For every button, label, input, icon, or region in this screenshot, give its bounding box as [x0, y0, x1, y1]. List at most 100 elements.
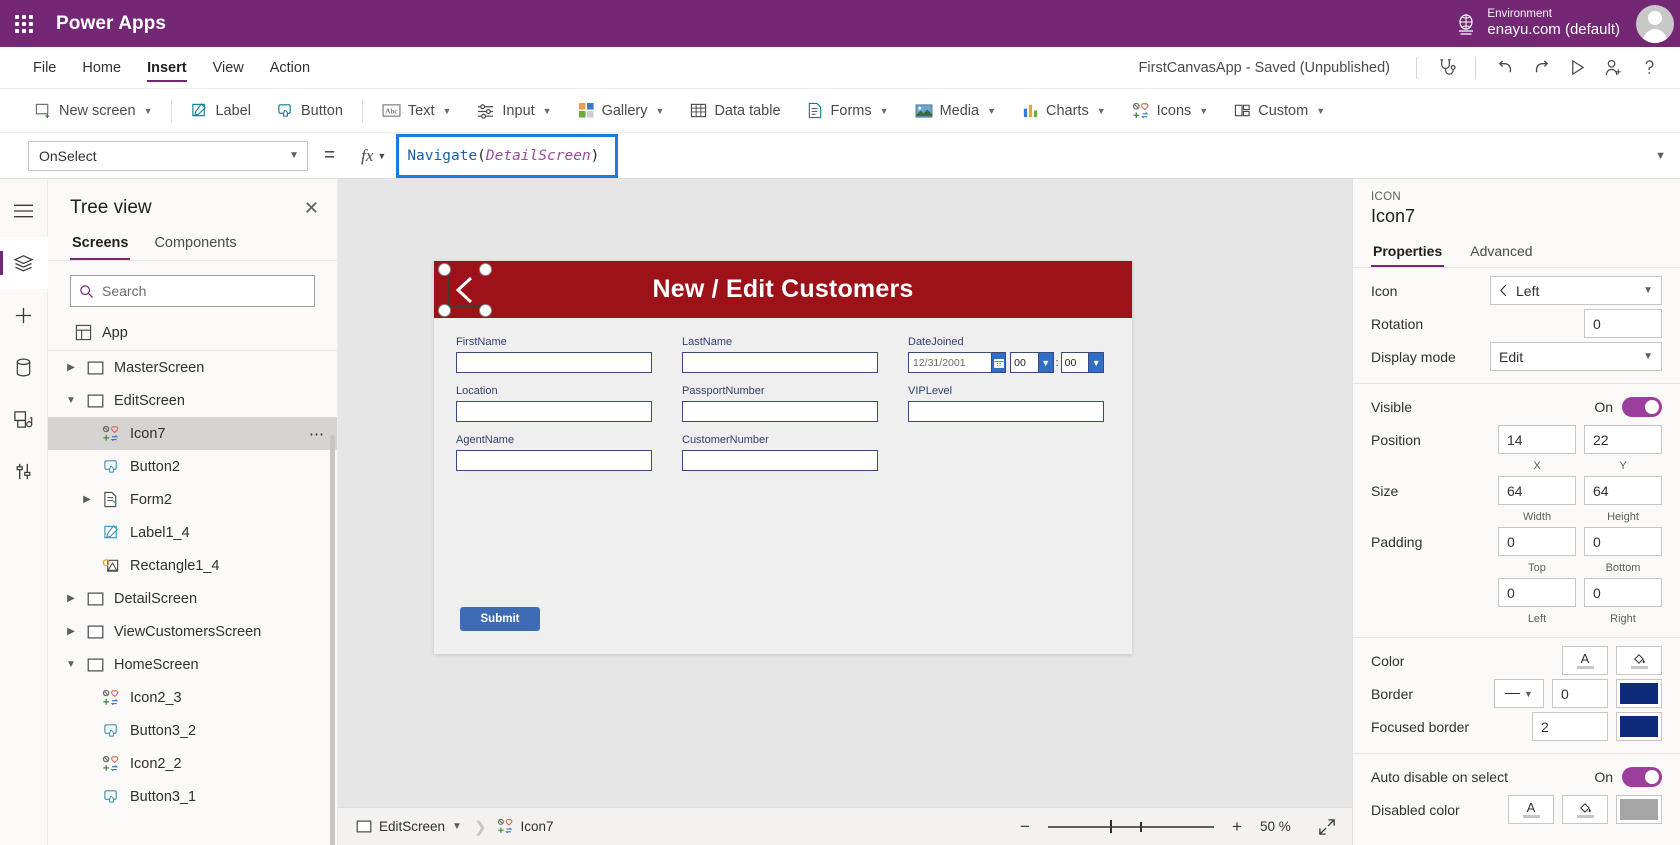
visible-toggle[interactable]	[1622, 396, 1662, 417]
padding-top-input[interactable]: 0	[1498, 527, 1576, 556]
tree-item-masterscreen[interactable]: ▶ MasterScreen	[48, 351, 337, 384]
disabled-fill-color-button[interactable]	[1562, 795, 1608, 824]
chevron-right-icon[interactable]: ▶	[60, 626, 82, 637]
submit-button[interactable]: Submit	[460, 607, 540, 631]
search-input[interactable]: Search	[70, 275, 315, 307]
property-selector[interactable]: OnSelect ▼	[28, 140, 308, 171]
fx-button[interactable]: fx ▼	[351, 141, 396, 171]
menu-item-home[interactable]: Home	[69, 47, 134, 88]
media-library-icon[interactable]	[0, 393, 48, 445]
formula-input[interactable]: Navigate(DetailScreen)	[396, 133, 619, 178]
datejoined-date-input[interactable]: 12/31/2001	[908, 352, 993, 373]
tab-screens[interactable]: Screens	[70, 229, 131, 260]
chevron-down-icon[interactable]: ▼	[60, 395, 82, 406]
tree-item-icon2-3[interactable]: Icon2_3	[48, 681, 337, 714]
hour-dropdown-icon[interactable]: ▼	[1038, 352, 1054, 373]
resize-handle[interactable]	[479, 263, 492, 276]
tree-item-detailscreen[interactable]: ▶ DetailScreen	[48, 582, 337, 615]
breadcrumb-control[interactable]: Icon7	[497, 818, 554, 835]
menu-item-action[interactable]: Action	[257, 47, 323, 88]
data-icon[interactable]	[0, 341, 48, 393]
menu-item-file[interactable]: File	[20, 47, 69, 88]
hour-input[interactable]: 00	[1010, 352, 1039, 373]
slider-thumb[interactable]	[1110, 820, 1112, 833]
tab-properties[interactable]: Properties	[1371, 239, 1445, 267]
play-icon[interactable]	[1560, 51, 1594, 85]
chevron-right-icon[interactable]: ▶	[76, 494, 98, 505]
border-thickness-input[interactable]: 0	[1552, 679, 1608, 708]
ribbon-icons[interactable]: Icons ▼	[1119, 95, 1222, 127]
icon-select[interactable]: Left ▼	[1490, 276, 1662, 305]
tree-item-button3-2[interactable]: Button3_2	[48, 714, 337, 747]
hamburger-icon[interactable]	[0, 185, 48, 237]
location-input[interactable]	[456, 401, 652, 422]
canvas-surface[interactable]: New / Edit Customers FirstName LastName …	[338, 179, 1352, 807]
focused-border-color-swatch[interactable]	[1616, 712, 1662, 741]
fill-color-button[interactable]	[1616, 646, 1662, 675]
resize-handle[interactable]	[438, 304, 451, 317]
ribbon-text[interactable]: Abc Text ▼	[369, 95, 465, 127]
tab-components[interactable]: Components	[152, 229, 238, 260]
menu-item-view[interactable]: View	[200, 47, 257, 88]
tree-item-button3-1[interactable]: Button3_1	[48, 780, 337, 813]
stethoscope-icon[interactable]	[1429, 51, 1463, 85]
text-color-button[interactable]: A	[1562, 646, 1608, 675]
size-width-input[interactable]: 64	[1498, 476, 1576, 505]
chevron-down-icon[interactable]: ▼	[1655, 150, 1666, 162]
environment-block[interactable]: Environment enayu.com (default)	[1487, 7, 1620, 40]
chevron-right-icon[interactable]: ▶	[60, 593, 82, 604]
ribbon-label[interactable]: Label	[178, 95, 263, 127]
ribbon-media[interactable]: Media ▼	[902, 95, 1009, 127]
disabled-color-swatch[interactable]	[1616, 795, 1662, 824]
passportnumber-input[interactable]	[682, 401, 878, 422]
ribbon-button[interactable]: Button	[264, 95, 356, 127]
ribbon-input[interactable]: Input ▼	[464, 95, 564, 127]
ribbon-new-screen[interactable]: New screen ▼	[22, 95, 165, 127]
padding-bottom-input[interactable]: 0	[1584, 527, 1662, 556]
selected-icon-control[interactable]	[438, 263, 492, 317]
position-x-input[interactable]: 14	[1498, 425, 1576, 454]
fit-to-screen-icon[interactable]	[1316, 816, 1338, 838]
display-mode-select[interactable]: Edit ▼	[1490, 342, 1662, 371]
disabled-text-color-button[interactable]: A	[1508, 795, 1554, 824]
tree-item-button2[interactable]: Button2	[48, 450, 337, 483]
zoom-out-button[interactable]: −	[1014, 816, 1036, 838]
ribbon-custom[interactable]: Custom ▼	[1221, 95, 1338, 127]
chevron-down-icon[interactable]: ▼	[452, 821, 462, 832]
undo-icon[interactable]	[1488, 51, 1522, 85]
tree-item-rectangle1-4[interactable]: Rectangle1_4	[48, 549, 337, 582]
agentname-input[interactable]	[456, 450, 652, 471]
tree-item-label1-4[interactable]: Label1_4	[48, 516, 337, 549]
chevron-down-icon[interactable]: ▼	[60, 659, 82, 670]
share-user-icon[interactable]	[1596, 51, 1630, 85]
avatar[interactable]	[1636, 4, 1674, 43]
close-icon[interactable]: ✕	[300, 195, 323, 221]
minute-input[interactable]: 00	[1060, 352, 1090, 373]
redo-icon[interactable]	[1524, 51, 1558, 85]
padding-left-input[interactable]: 0	[1498, 578, 1576, 607]
position-y-input[interactable]: 22	[1584, 425, 1662, 454]
breadcrumb-screen[interactable]: EditScreen ▼	[356, 819, 462, 834]
tree-item-viewcustomersscreen[interactable]: ▶ ViewCustomersScreen	[48, 615, 337, 648]
tree-item-icon7[interactable]: Icon7 ⋯	[48, 417, 337, 450]
padding-right-input[interactable]: 0	[1584, 578, 1662, 607]
ribbon-data-table[interactable]: Data table	[677, 95, 793, 127]
tree-scrollbar[interactable]	[330, 435, 335, 845]
zoom-slider[interactable]	[1048, 817, 1214, 837]
border-color-swatch[interactable]	[1616, 679, 1662, 708]
chevron-right-icon[interactable]: ▶	[60, 362, 82, 373]
minute-dropdown-icon[interactable]: ▼	[1089, 352, 1104, 373]
ribbon-gallery[interactable]: Gallery ▼	[565, 95, 678, 127]
viplevel-input[interactable]	[908, 401, 1104, 422]
tree-item-app[interactable]: App	[48, 315, 337, 351]
resize-handle[interactable]	[438, 263, 451, 276]
border-style-select[interactable]: ▼	[1494, 679, 1544, 708]
tree-view-icon[interactable]	[0, 237, 48, 289]
insert-icon[interactable]	[0, 289, 48, 341]
focused-border-thickness-input[interactable]: 2	[1532, 712, 1608, 741]
calendar-icon[interactable]	[992, 352, 1007, 373]
menu-item-insert[interactable]: Insert	[134, 47, 200, 88]
tree-item-form2[interactable]: ▶ Form2	[48, 483, 337, 516]
rotation-input[interactable]: 0	[1584, 309, 1662, 338]
ribbon-forms[interactable]: Forms ▼	[794, 95, 902, 127]
